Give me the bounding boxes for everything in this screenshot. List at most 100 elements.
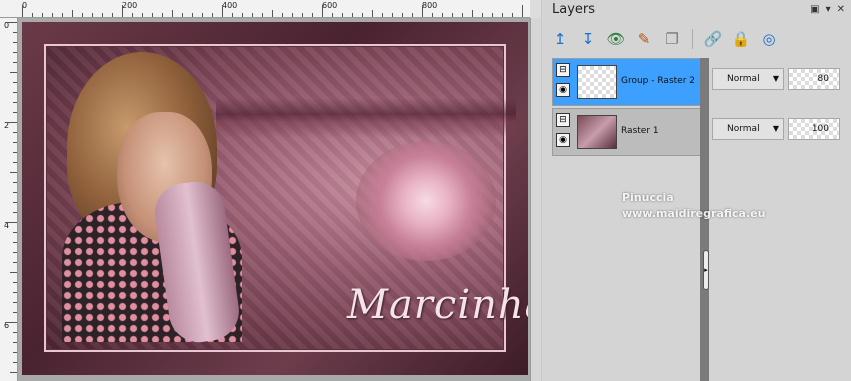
chevron-down-icon: ▼ [772,124,779,133]
ruler-tick [492,13,493,17]
ruler-label: 600 [322,1,338,10]
layer-row-raster-1[interactable]: ⊟ ◉ Raster 1 [552,108,707,156]
ruler-tick [172,10,173,17]
edit-layer-icon[interactable]: ✎ [632,27,656,51]
vertical-scrollbar[interactable] [530,18,541,381]
layer-properties-icon[interactable]: ◎ [757,27,781,51]
ruler-tick [82,13,83,17]
ruler-tick [72,10,73,17]
ruler-tick [242,13,243,17]
ruler-tick [13,342,17,343]
layers-palette: Layers ▣ ▾ ✕ ↥ ↧ 👁 ✎ ❐ 🔗 🔒 ◎ ⊟ ◉ Group - Raster… [542,0,851,381]
ruler-tick [402,13,403,17]
move-layer-up-icon[interactable]: ↥ [548,27,572,51]
ruler-tick [482,13,483,17]
opacity-field[interactable]: 100 [788,118,840,140]
ruler-tick [212,13,213,17]
layer-row-group-raster-2[interactable]: ⊟ ◉ Group - Raster 2 [552,58,707,106]
visibility-toggle-icon[interactable]: 👁 [604,27,628,51]
ruler-tick [13,102,17,103]
ruler-tick [442,13,443,17]
ruler-tick [13,182,17,183]
ruler-tick [13,292,17,293]
layer-name: Raster 1 [621,126,659,136]
ruler-tick [412,13,413,17]
watermark-line: Pinuccia [622,191,674,204]
ruler-corner [530,0,541,18]
ruler-tick [362,13,363,17]
ruler-tick [202,13,203,17]
link-icon[interactable]: 🔗 [701,27,725,51]
signature-text: Marcinha [347,282,528,328]
ruler-tick [182,13,183,17]
ruler-tick [92,13,93,17]
ruler-tick [112,13,113,17]
ruler-tick [382,13,383,17]
layer-list: ⊟ ◉ Group - Raster 2 ⊟ ◉ Raster 1 [552,58,707,156]
ruler-tick [312,13,313,17]
palette-title: Layers [552,2,596,17]
ruler-tick [13,232,17,233]
chevron-down-icon[interactable]: ▾ [826,4,831,15]
ruler-tick [42,13,43,17]
ruler-tick [5,222,17,223]
ruler-tick [342,13,343,17]
ruler-tick [13,362,17,363]
ruler-tick [13,162,17,163]
ruler-tick [502,13,503,17]
ruler-tick [372,10,373,17]
splitter-handle[interactable]: ▸ [703,250,709,290]
group-expand-icon[interactable]: ⊟ [556,63,570,77]
ruler-tick [192,13,193,17]
ruler-tick [162,13,163,17]
ruler-label: 2 [3,121,10,130]
ruler-tick [352,13,353,17]
toolbar-separator [692,29,693,49]
ruler-tick [5,22,17,23]
canvas-area: 0 200 400 600 800 0 2 4 6 Marcinha [0,0,541,381]
ruler-tick [462,13,463,17]
restore-icon[interactable]: ▣ [810,4,819,15]
ruler-tick [10,72,17,73]
ruler-tick [142,13,143,17]
opacity-field[interactable]: 80 [788,68,840,90]
ruler-tick [272,10,273,17]
ruler-tick [10,372,17,373]
ruler-tick [13,112,17,113]
ruler-tick [322,5,323,17]
artwork-canvas[interactable]: Marcinha [22,22,528,375]
ruler-tick [13,352,17,353]
blend-mode-select[interactable]: Normal ▼ [712,118,784,140]
ruler-tick [452,13,453,17]
eye-icon[interactable]: ◉ [556,133,570,147]
wave-decoration [216,98,516,138]
close-icon[interactable]: ✕ [837,4,845,15]
ruler-tick [13,142,17,143]
ruler-tick [512,13,513,17]
ruler-tick [392,13,393,17]
layer-type-icon[interactable]: ⊟ [556,113,570,127]
ruler-tick [252,13,253,17]
mask-icon[interactable]: ❐ [660,27,684,51]
ruler-tick [262,13,263,17]
blend-mode-select[interactable]: Normal ▼ [712,68,784,90]
chevron-down-icon: ▼ [772,74,779,83]
ruler-tick [10,272,17,273]
ruler-tick [422,5,423,17]
ruler-tick [13,52,17,53]
move-layer-down-icon[interactable]: ↧ [576,27,600,51]
ruler-tick [122,5,123,17]
ruler-tick [13,82,17,83]
ruler-tick [13,282,17,283]
lock-icon[interactable]: 🔒 [729,27,753,51]
layer-name: Group - Raster 2 [621,76,695,86]
ruler-tick [13,302,17,303]
layer-thumbnail [577,115,617,149]
ruler-label: 0 [3,21,10,30]
ruler-tick [13,92,17,93]
blend-mode-value: Normal [727,124,760,134]
ruler-tick [472,10,473,17]
opacity-value: 100 [811,124,829,134]
opacity-value: 80 [817,74,829,84]
eye-icon[interactable]: ◉ [556,83,570,97]
